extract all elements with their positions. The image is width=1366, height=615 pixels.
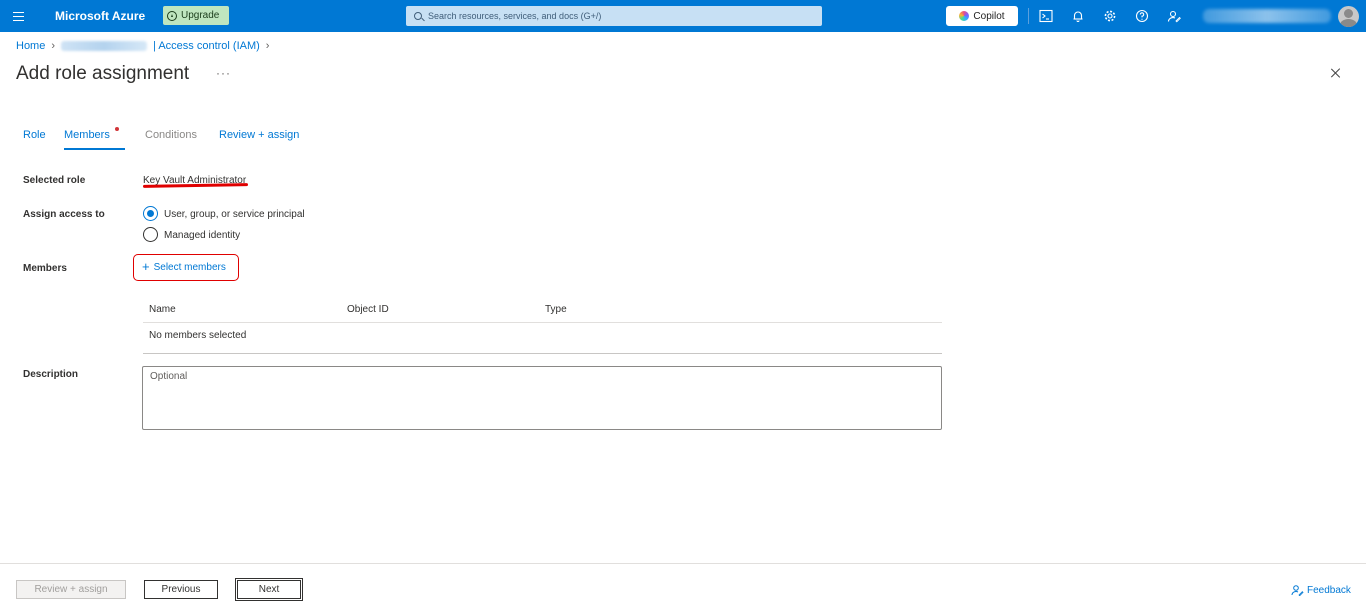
table-bottom-divider — [143, 353, 942, 354]
column-header-name[interactable]: Name — [149, 304, 176, 315]
copilot-button[interactable]: Copilot — [946, 6, 1018, 26]
account-name-redacted[interactable] — [1203, 9, 1331, 23]
help-icon[interactable] — [1135, 9, 1149, 23]
footer-divider — [0, 563, 1366, 564]
tab-review-assign[interactable]: Review + assign — [219, 129, 299, 141]
column-header-type[interactable]: Type — [545, 304, 567, 315]
feedback-icon — [1291, 585, 1304, 596]
close-icon[interactable] — [1329, 66, 1343, 80]
radio-user-group-principal[interactable] — [143, 206, 158, 221]
column-header-object-id[interactable]: Object ID — [347, 304, 389, 315]
table-empty-message: No members selected — [149, 330, 247, 341]
select-members-button[interactable]: + Select members — [133, 254, 239, 281]
feedback-label: Feedback — [1307, 584, 1351, 596]
tab-members[interactable]: Members — [64, 129, 110, 141]
breadcrumb-resource-redacted[interactable] — [61, 41, 148, 51]
upgrade-button[interactable]: Upgrade — [163, 6, 229, 25]
menu-icon[interactable] — [10, 8, 28, 24]
description-field[interactable] — [142, 366, 942, 430]
annotation-underline — [142, 183, 249, 188]
select-members-label: Select members — [153, 262, 226, 273]
radio-user-group-principal-label[interactable]: User, group, or service principal — [164, 209, 305, 220]
toolbar-divider — [1028, 8, 1029, 24]
brand-title[interactable]: Microsoft Azure — [55, 9, 145, 23]
copilot-label: Copilot — [973, 10, 1005, 22]
bell-icon[interactable] — [1071, 9, 1085, 23]
members-label: Members — [23, 263, 67, 274]
more-options-icon[interactable]: ··· — [216, 66, 231, 80]
feedback-link[interactable]: Feedback — [1291, 584, 1351, 596]
active-tab-underline — [64, 148, 125, 150]
search-box[interactable]: Search resources, services, and docs (G+… — [406, 6, 822, 26]
tab-conditions[interactable]: Conditions — [145, 129, 197, 141]
feedback-person-icon[interactable] — [1167, 9, 1181, 23]
tab-role[interactable]: Role — [23, 129, 46, 141]
avatar[interactable] — [1338, 6, 1359, 27]
radio-managed-identity-label[interactable]: Managed identity — [164, 230, 240, 241]
search-icon — [414, 12, 422, 20]
search-placeholder: Search resources, services, and docs (G+… — [428, 11, 602, 21]
breadcrumb-access-control[interactable]: | Access control (IAM) — [153, 40, 260, 52]
page-title: Add role assignment — [16, 63, 190, 84]
table-header-divider — [143, 322, 942, 323]
breadcrumb-home[interactable]: Home — [16, 40, 45, 52]
upgrade-label: Upgrade — [181, 10, 220, 21]
copilot-icon — [959, 11, 970, 21]
review-assign-button[interactable]: Review + assign — [16, 580, 126, 599]
required-indicator-dot — [115, 127, 119, 131]
next-button[interactable]: Next — [235, 578, 303, 601]
assign-access-label: Assign access to — [23, 209, 105, 220]
avatar-body — [1340, 19, 1357, 27]
top-bar: Microsoft Azure Upgrade Search resources… — [0, 0, 1366, 32]
upgrade-icon — [167, 10, 177, 21]
selected-role-label: Selected role — [23, 175, 86, 186]
chevron-right-icon: › — [265, 40, 270, 52]
avatar-head — [1344, 9, 1353, 18]
cloud-shell-icon[interactable] — [1039, 9, 1053, 23]
plus-icon: + — [142, 258, 150, 274]
gear-icon[interactable] — [1103, 9, 1117, 23]
radio-managed-identity[interactable] — [143, 227, 158, 242]
description-label: Description — [23, 369, 79, 380]
breadcrumb: Home › | Access control (IAM) › — [16, 40, 269, 52]
chevron-right-icon: › — [51, 40, 56, 52]
previous-button[interactable]: Previous — [144, 580, 218, 599]
